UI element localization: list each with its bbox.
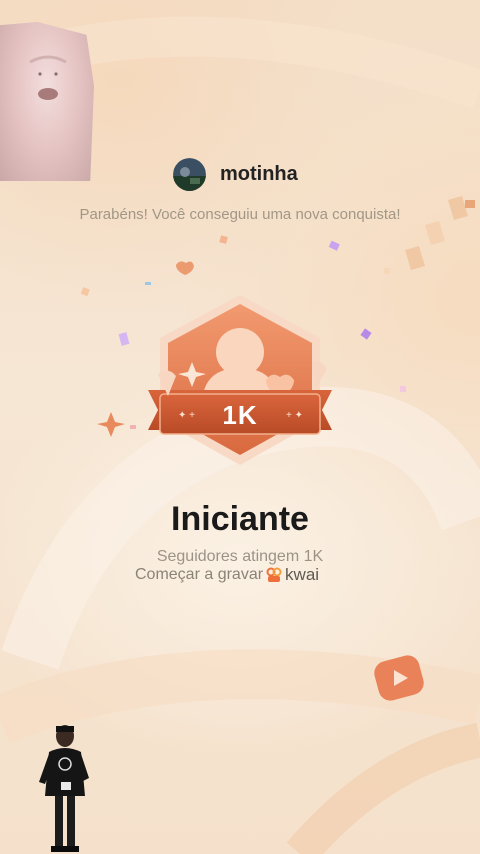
start-recording-link[interactable]: Começar a gravar kwai xyxy=(135,565,319,585)
kwai-brand: kwai xyxy=(285,565,320,584)
dancer-sticker xyxy=(39,725,89,852)
kwai-logo-icon xyxy=(266,567,282,582)
badge-label: 1K xyxy=(222,399,258,430)
achievement-screen: motinha Parabéns! Você conseguiu uma nov… xyxy=(0,0,480,854)
play-icon xyxy=(374,655,424,701)
achievement-subtitle: Seguidores atingem 1K xyxy=(156,548,324,565)
start-recording-label[interactable]: Começar a gravar xyxy=(135,566,263,584)
achievement-title: Iniciante xyxy=(171,500,309,538)
badge-icon: ✦ + + ✦ xyxy=(148,295,332,465)
